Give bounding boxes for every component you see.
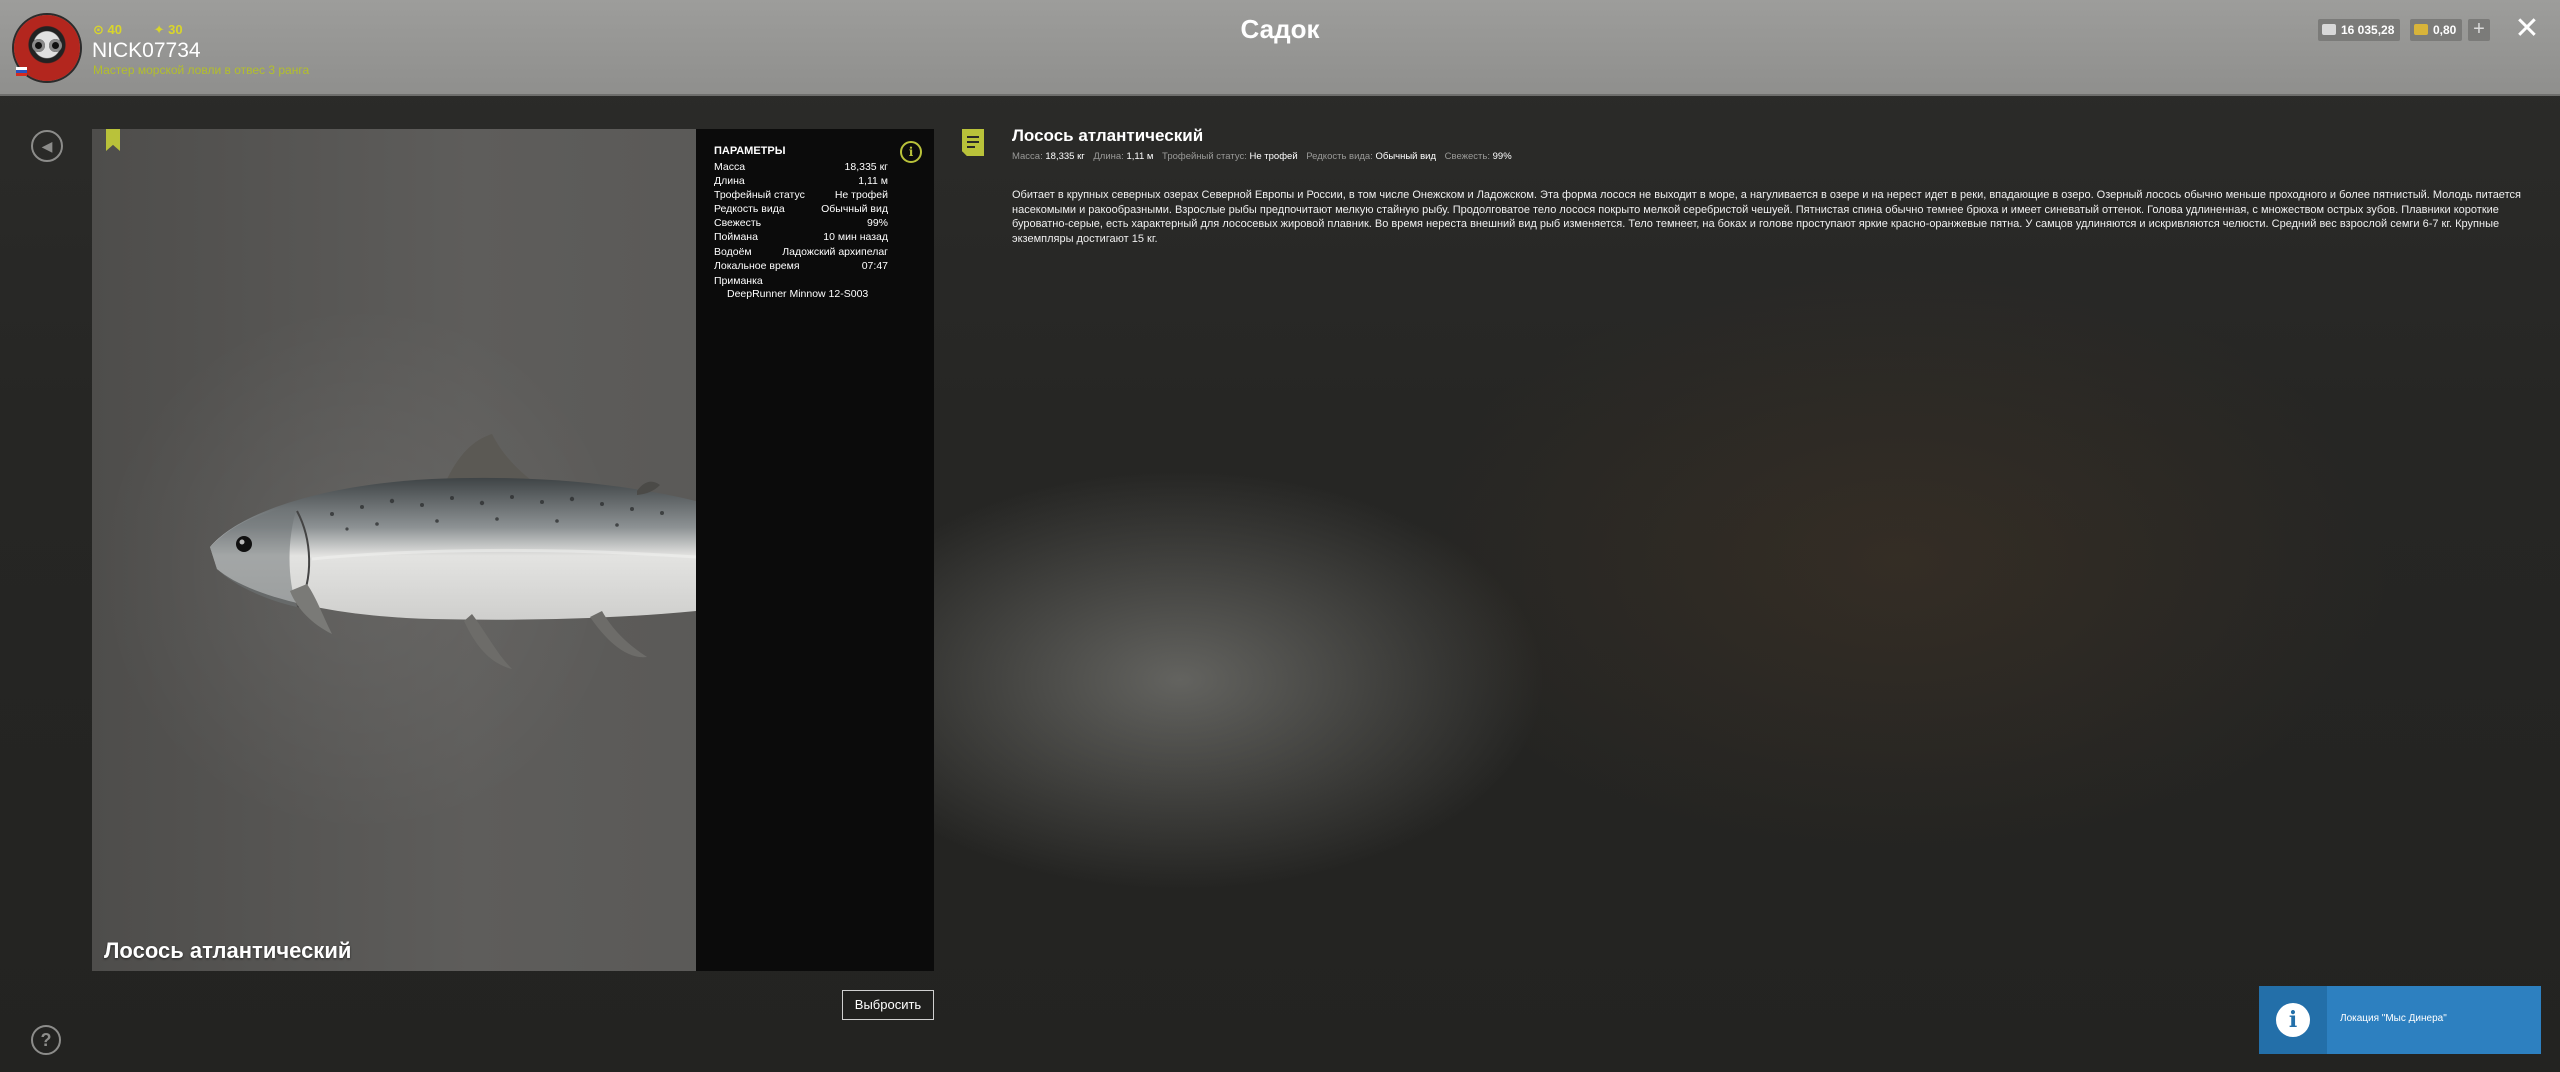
param-row-freshness: Свежесть 99%: [714, 217, 888, 231]
info-icon: i: [2276, 1003, 2310, 1037]
player-stats: ⊙ 40 ✦ 30: [93, 22, 211, 38]
param-key: Масса: [714, 161, 746, 173]
param-key: Водоём: [714, 246, 752, 258]
param-row-length: Длина 1,11 м: [714, 175, 888, 189]
add-currency-button[interactable]: +: [2468, 19, 2490, 41]
meta-key: Трофейный статус:: [1162, 151, 1247, 162]
param-row-waterbody: Водоём Ладожский архипелаг: [714, 246, 888, 260]
lure-value: DeepRunner Minnow 12-S003: [727, 288, 869, 300]
help-icon: ?: [40, 1030, 52, 1050]
description-text: Обитает в крупных северных озерах Северн…: [1012, 189, 2521, 245]
param-value: 99%: [866, 217, 888, 229]
close-icon: ✕: [2514, 12, 2540, 45]
param-value: Ладожский архипелаг: [782, 246, 888, 258]
param-key: Свежесть: [714, 217, 762, 229]
meta-value: 99%: [1492, 151, 1512, 162]
page-title: Садок: [1240, 14, 1320, 44]
silver-value: 16 035,28: [2341, 23, 2395, 37]
param-value: 1,11 м: [858, 175, 888, 187]
info-icon[interactable]: i: [900, 141, 922, 163]
notification-icon-area: i: [2259, 986, 2327, 1054]
meta-key: Свежесть:: [1444, 151, 1490, 162]
back-icon: ◀: [41, 138, 53, 154]
param-value: 18,335 кг: [844, 161, 888, 173]
close-button[interactable]: ✕: [2512, 14, 2542, 44]
help-button[interactable]: ?: [31, 1025, 61, 1055]
meta-value: Обычный вид: [1375, 151, 1437, 162]
param-value: 10 мин назад: [823, 231, 888, 243]
parameters-title: ПАРАМЕТРЫ: [714, 145, 786, 157]
silver-coin-icon: [2322, 24, 2336, 35]
flag-icon: [16, 67, 27, 76]
top-bar: ⊙ 40 ✦ 30 NICK07734 Мастер морской ловли…: [0, 0, 2560, 96]
description-meta: Масса: 18,335 кг Длина: 1,11 м Трофейный…: [1012, 151, 1518, 162]
rating-stat: ✦ 30: [153, 22, 183, 37]
param-key: Поймана: [714, 231, 758, 243]
discard-button[interactable]: Выбросить: [842, 990, 934, 1020]
document-icon: [962, 129, 984, 156]
player-rank: Мастер морской ловли в отвес 3 ранга: [93, 63, 310, 77]
level-value: 40: [107, 22, 122, 37]
location-notification[interactable]: i Локация "Мыс Динера": [2259, 986, 2541, 1054]
param-value: 07:47: [861, 260, 888, 272]
meta-value: Не трофей: [1249, 151, 1298, 162]
description-title: Лосось атлантический: [1012, 126, 1204, 145]
gold-value: 0,80: [2433, 23, 2457, 37]
param-value: Не трофей: [834, 189, 888, 201]
lure-label: Приманка: [714, 275, 763, 287]
gold-balance[interactable]: 0,80: [2410, 19, 2463, 41]
param-value: Обычный вид: [821, 203, 888, 215]
silver-balance[interactable]: 16 035,28: [2318, 19, 2401, 41]
notification-text: Локация "Мыс Динера": [2340, 1013, 2447, 1024]
meta-key: Длина:: [1093, 151, 1124, 162]
parameters-panel: ПАРАМЕТРЫ i Масса 18,335 кг Длина 1,11 м…: [696, 129, 934, 971]
meta-key: Редкость вида:: [1306, 151, 1373, 162]
param-key: Трофейный статус: [714, 189, 805, 201]
param-key: Локальное время: [714, 260, 800, 272]
meta-key: Масса:: [1012, 151, 1043, 162]
param-row-caught: Поймана 10 мин назад: [714, 231, 888, 245]
param-key: Редкость вида: [714, 203, 785, 215]
meta-value: 18,335 кг: [1045, 151, 1085, 162]
param-row-rarity: Редкость вида Обычный вид: [714, 203, 888, 217]
gold-coin-icon: [2414, 24, 2428, 35]
param-row-local-time: Локальное время 07:47: [714, 260, 888, 274]
param-row-mass: Масса 18,335 кг: [714, 161, 888, 175]
param-row-trophy: Трофейный статус Не трофей: [714, 189, 888, 203]
param-key: Длина: [714, 175, 745, 187]
fish-name: Лосось атлантический: [104, 938, 352, 963]
back-button[interactable]: ◀: [31, 130, 63, 162]
level-stat: ⊙ 40: [93, 22, 122, 37]
username: NICK07734: [92, 39, 201, 62]
meta-value: 1,11 м: [1126, 151, 1154, 162]
rating-value: 30: [168, 22, 183, 37]
fish-card: Лосось атлантический ПАРАМЕТРЫ i Масса 1…: [92, 129, 934, 971]
